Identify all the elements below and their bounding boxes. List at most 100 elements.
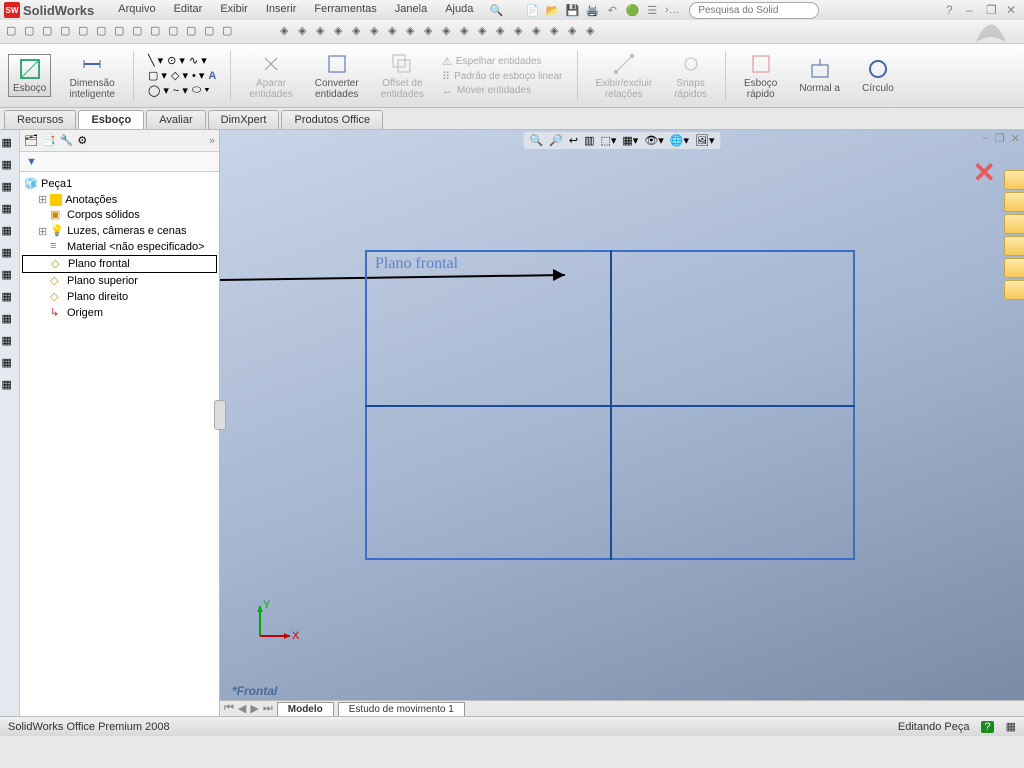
taskpane-explorer-icon[interactable] <box>1004 236 1024 256</box>
fm-tab-icon[interactable]: 🗂 <box>24 134 38 147</box>
zoom-fit-icon[interactable]: 🔍 <box>529 134 543 147</box>
tool-icon[interactable]: ◈ <box>424 24 440 40</box>
ribbon-esboco[interactable]: Esboço <box>8 54 51 97</box>
side-tool-icon[interactable]: ▦ <box>2 158 18 174</box>
tool-icon[interactable]: ◈ <box>388 24 404 40</box>
text-icon[interactable]: A <box>208 70 216 82</box>
tool-icon[interactable]: ▢ <box>132 24 148 40</box>
tree-item-corpos[interactable]: ▣ Corpos sólidos <box>22 207 217 223</box>
search-menu-icon[interactable]: 🔍 <box>487 1 505 19</box>
tool-icon[interactable]: ◈ <box>478 24 494 40</box>
tool-icon[interactable]: ◈ <box>514 24 530 40</box>
tool-icon[interactable]: ◈ <box>298 24 314 40</box>
tool-icon[interactable]: ▢ <box>150 24 166 40</box>
tool-icon[interactable]: ▢ <box>114 24 130 40</box>
taskpane-library-icon[interactable] <box>1004 214 1024 234</box>
tool-icon[interactable]: ▢ <box>222 24 238 40</box>
print-icon[interactable]: 🖨️ <box>583 1 601 19</box>
search-input[interactable] <box>689 2 819 19</box>
tool-icon[interactable]: ▢ <box>168 24 184 40</box>
tree-item-plano-direito[interactable]: ◇ Plano direito <box>22 289 217 305</box>
traffic-icon[interactable]: 🟢 <box>623 1 641 19</box>
prev-view-icon[interactable]: ↩ <box>569 134 578 147</box>
tree-root[interactable]: 🧊 Peça1 <box>22 176 217 192</box>
menu-inserir[interactable]: Inserir <box>262 1 301 19</box>
zoom-area-icon[interactable]: 🔎 <box>549 134 563 147</box>
menu-ferramentas[interactable]: Ferramentas <box>310 1 380 19</box>
display-style-icon[interactable]: ▦▾ <box>622 134 638 147</box>
side-tool-icon[interactable]: ▦ <box>2 136 18 152</box>
fm-tab-icon[interactable]: 📑 <box>42 134 56 147</box>
tool-icon[interactable]: ◈ <box>316 24 332 40</box>
tab-recursos[interactable]: Recursos <box>4 110 76 129</box>
side-tool-icon[interactable]: ▦ <box>2 180 18 196</box>
ribbon-converter[interactable]: Converter entidades <box>311 50 363 102</box>
polygon-icon[interactable]: ◇ ▾ <box>171 69 188 82</box>
ribbon-normal[interactable]: Normal a <box>795 55 844 96</box>
ribbon-offset[interactable]: Offset de entidades <box>377 50 428 102</box>
fm-tab-icon[interactable]: 🔧 <box>60 134 74 147</box>
taskpane-resources-icon[interactable] <box>1004 192 1024 212</box>
fm-collapse-icon[interactable]: » <box>209 135 215 147</box>
tool-icon[interactable]: ▢ <box>186 24 202 40</box>
tree-item-plano-superior[interactable]: ◇ Plano superior <box>22 273 217 289</box>
move-icon[interactable]: ↔ <box>442 85 453 97</box>
tree-item-origem[interactable]: ↳ Origem <box>22 305 217 321</box>
vp-close-icon[interactable]: ✕ <box>1011 132 1020 145</box>
tab-esboco[interactable]: Esboço <box>78 110 144 129</box>
tool-icon[interactable]: ◈ <box>406 24 422 40</box>
confirmation-cancel-icon[interactable]: ✕ <box>973 156 996 189</box>
side-tool-icon[interactable]: ▦ <box>2 224 18 240</box>
help-icon[interactable]: ? <box>946 3 960 17</box>
tool-icon[interactable]: ◈ <box>586 24 602 40</box>
menu-editar[interactable]: Editar <box>170 1 207 19</box>
tool-icon[interactable]: ▢ <box>78 24 94 40</box>
ribbon-snaps[interactable]: Snaps rápidos <box>670 50 711 102</box>
undo-icon[interactable]: ↶ <box>603 1 621 19</box>
ribbon-aparar[interactable]: Aparar entidades <box>245 50 296 102</box>
tool-icon[interactable]: ◈ <box>280 24 296 40</box>
ribbon-circulo[interactable]: Círculo <box>858 55 898 96</box>
tool-icon[interactable]: ▢ <box>42 24 58 40</box>
status-rebuild-icon[interactable]: ▦ <box>1006 720 1016 733</box>
side-tool-icon[interactable]: ▦ <box>2 356 18 372</box>
view-orientation-icon[interactable]: ⬚▾ <box>600 134 616 147</box>
tab-dimxpert[interactable]: DimXpert <box>208 110 280 129</box>
side-tool-icon[interactable]: ▦ <box>2 312 18 328</box>
tool-icon[interactable]: ▢ <box>24 24 40 40</box>
scene-icon[interactable]: 🖼▾ <box>695 134 715 147</box>
tool-icon[interactable]: ◈ <box>352 24 368 40</box>
filter-icon[interactable]: ▼ <box>26 156 37 168</box>
mirror-icon[interactable]: ⚠ <box>442 55 452 68</box>
orientation-triad[interactable]: Y X <box>250 596 300 646</box>
hide-show-icon[interactable]: 👁▾ <box>644 134 664 147</box>
tab-estudo-movimento[interactable]: Estudo de movimento 1 <box>338 702 465 716</box>
tool-icon[interactable]: ◈ <box>496 24 512 40</box>
appearance-icon[interactable]: 🌐▾ <box>670 134 689 147</box>
tool-icon[interactable]: ◈ <box>568 24 584 40</box>
tree-item-luzes[interactable]: ⊞💡 Luzes, câmeras e cenas <box>22 223 217 239</box>
tab-nav-next-icon[interactable]: ▶ <box>250 702 258 715</box>
slot-icon[interactable]: ⬭ ▾ <box>192 84 210 97</box>
side-tool-icon[interactable]: ▦ <box>2 268 18 284</box>
taskpane-custom-icon[interactable] <box>1004 280 1024 300</box>
tab-nav-first-icon[interactable]: ⏮ <box>224 702 234 715</box>
ribbon-dimensao[interactable]: Dimensão inteligente <box>65 50 119 102</box>
options-icon[interactable]: ☰ <box>643 1 661 19</box>
tool-icon[interactable]: ◈ <box>460 24 476 40</box>
tree-item-material[interactable]: ≡ Material <não especificado> <box>22 239 217 255</box>
ribbon-rapido[interactable]: Esboço rápido <box>740 50 781 102</box>
tree-item-plano-frontal[interactable]: ◇ Plano frontal <box>22 255 217 273</box>
ribbon-exibir-relacoes[interactable]: Exibir/excluir relações <box>592 50 657 102</box>
side-tool-icon[interactable]: ▦ <box>2 334 18 350</box>
vp-restore-icon[interactable]: ❐ <box>995 132 1005 145</box>
tab-nav-prev-icon[interactable]: ◀ <box>238 702 246 715</box>
tool-icon[interactable]: ◈ <box>442 24 458 40</box>
panel-splitter[interactable] <box>214 400 226 430</box>
tool-icon[interactable]: ◈ <box>550 24 566 40</box>
tool-icon[interactable]: ▢ <box>6 24 22 40</box>
side-tool-icon[interactable]: ▦ <box>2 290 18 306</box>
point-icon[interactable]: • ▾ <box>192 69 204 82</box>
section-view-icon[interactable]: ▥ <box>584 134 594 147</box>
new-icon[interactable]: 📄 <box>523 1 541 19</box>
